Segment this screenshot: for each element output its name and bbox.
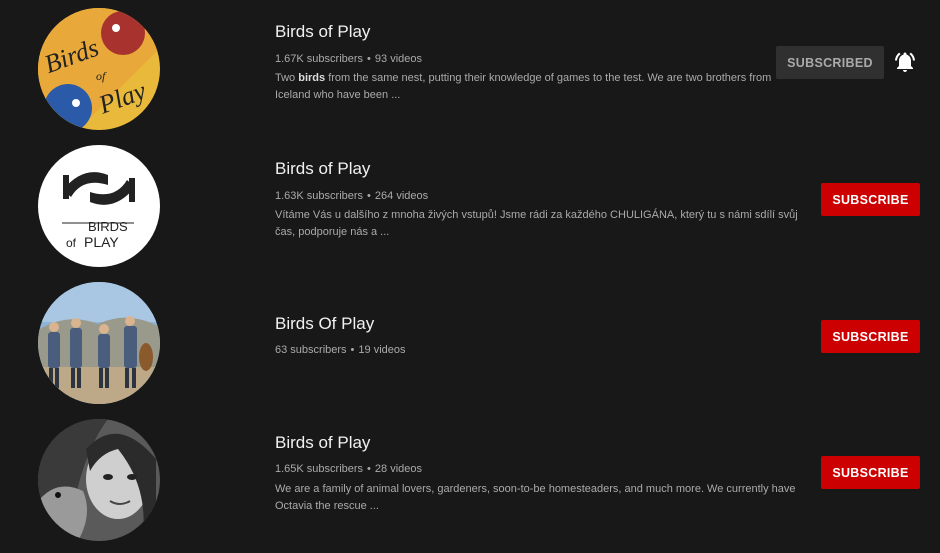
video-count: 19 videos [358,344,406,356]
video-count: 264 videos [374,190,429,202]
channel-title[interactable]: Birds of Play [275,22,370,42]
subscriber-count: 1.67K subscribers [275,53,364,65]
subscriber-count: 63 subscribers [275,344,347,356]
avatar-logo-text-2: of [66,236,77,250]
channel-description: Vítáme Vás u dalšího z mnoha živých vstu… [275,209,798,238]
meta-separator: • [367,53,371,65]
avatar-person-bird-photo [38,419,160,541]
channel-avatar[interactable] [38,419,160,541]
channel-meta: 1.67K subscribers • 93 videos [275,53,422,65]
channel-row: Birds Of Play 63 subscribers • 19 videos S… [0,274,940,404]
channel-description: Two birds from the same nest, putting th… [275,70,805,104]
bell-ringing-icon[interactable] [893,50,917,74]
channel-meta: 1.65K subscribers • 28 videos [275,463,422,475]
video-count: 28 videos [374,463,422,475]
channel-avatar[interactable]: BIRDS of PLAY [38,145,160,267]
description-text: Two [275,72,299,84]
subscribed-button[interactable]: SUBSCRIBED [776,46,884,79]
channel-avatar[interactable] [38,282,160,404]
avatar-band-photo [38,282,160,404]
subscriber-count: 1.63K subscribers [275,190,364,202]
description-highlight: birds [298,72,326,84]
channel-meta: 1.63K subscribers • 264 videos [275,190,428,202]
channel-results-list: Birds of Play Birds of Play 1.67K subscr… [0,0,940,553]
channel-title[interactable]: Birds of Play [275,433,370,453]
meta-separator: • [350,344,355,356]
description-text: from the same nest, putting their knowle… [275,72,772,101]
avatar-logo-text-1: BIRDS [88,219,128,234]
channel-description: We are a family of animal lovers, garden… [275,483,796,512]
avatar-logo-text-3: PLAY [84,234,119,250]
avatar-birds-of-play-mono-logo: BIRDS of PLAY [38,145,160,267]
video-count: 93 videos [374,53,422,65]
channel-title[interactable]: Birds Of Play [275,314,374,334]
channel-row: Birds of Play Birds of Play 1.67K subscr… [0,0,940,130]
avatar-birds-of-play-logo: Birds of Play [38,8,160,130]
channel-title[interactable]: Birds of Play [275,159,370,179]
channel-avatar[interactable]: Birds of Play [38,8,160,130]
subscribe-button[interactable]: SUBSCRIBE [821,183,920,216]
channel-row: Birds of Play 1.65K subscribers • 28 video… [0,411,940,541]
channel-row: BIRDS of PLAY Birds of Play 1.63K subscr… [0,137,940,267]
meta-separator: • [367,190,371,202]
subscribe-button[interactable]: SUBSCRIBE [821,456,920,489]
channel-meta: 63 subscribers • 19 videos [275,344,406,356]
subscribe-button[interactable]: SUBSCRIBE [821,320,920,353]
meta-separator: • [367,463,371,475]
subscriber-count: 1.65K subscribers [275,463,364,475]
